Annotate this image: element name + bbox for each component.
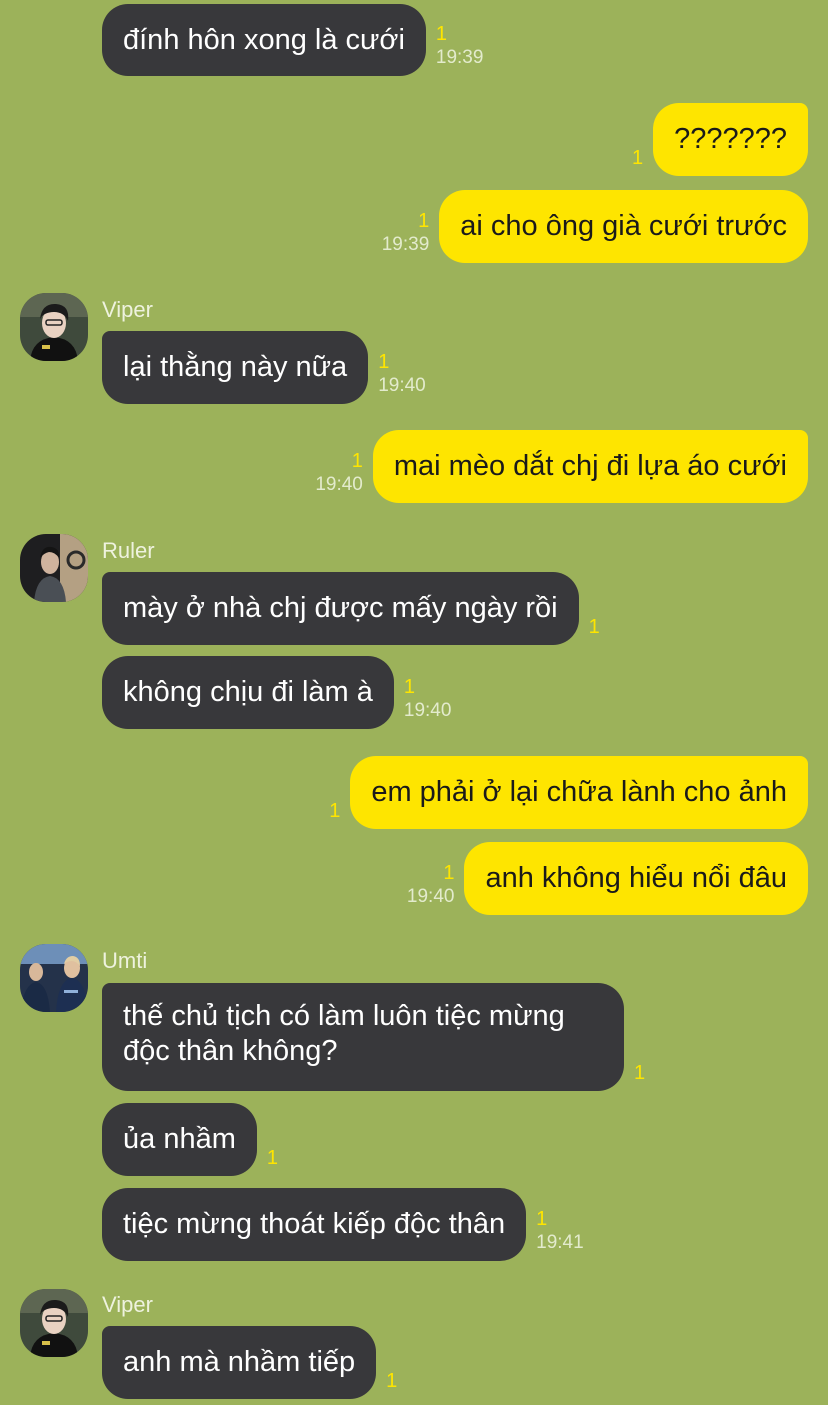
viper-avatar-icon[interactable]	[20, 293, 88, 361]
message-row-incoming: ủa nhầm 1	[102, 1103, 288, 1176]
message-meta: 1 19:39	[382, 209, 430, 257]
message-bubble[interactable]: tiệc mừng thoát kiếp độc thân	[102, 1188, 527, 1261]
message-bubble[interactable]: ???????	[653, 103, 808, 176]
message-meta: 1 19:40	[378, 350, 426, 398]
message-time: 19:40	[315, 474, 363, 495]
message-bubble[interactable]: đính hôn xong là cưới	[102, 4, 426, 76]
message-bubble[interactable]: mai mèo dắt chj đi lựa áo cưới	[372, 430, 808, 503]
message-bubble[interactable]: lại thằng này nữa	[102, 331, 369, 404]
message-meta: 1	[634, 1061, 645, 1085]
message-time: 19:41	[536, 1232, 584, 1253]
message-time: 19:40	[378, 375, 426, 396]
message-row-incoming: anh mà nhầm tiếp 1	[102, 1326, 407, 1399]
unread-count: 1	[351, 450, 363, 472]
unread-count: 1	[403, 676, 415, 698]
unread-count: 1	[443, 862, 455, 884]
message-meta: 1	[267, 1146, 278, 1170]
message-time: 19:40	[403, 700, 452, 721]
message-meta: 1	[632, 146, 643, 170]
message-row-incoming: không chịu đi làm à 1 19:40	[102, 656, 461, 729]
message-meta: 1 19:40	[404, 675, 452, 723]
umti-avatar-icon[interactable]	[20, 944, 88, 1012]
message-row-incoming: đính hôn xong là cưới 1 19:39	[102, 4, 493, 76]
sender-name: Viper	[102, 297, 153, 322]
message-meta: 1	[329, 799, 340, 823]
unread-count: 1	[631, 147, 644, 169]
message-time: 19:39	[381, 234, 430, 255]
sender-name: Ruler	[102, 538, 155, 563]
message-meta: 1	[386, 1369, 397, 1393]
message-row-outgoing: mai mèo dắt chj đi lựa áo cưới 1 19:40	[305, 430, 808, 503]
unread-count: 1	[435, 23, 448, 45]
unread-count: 1	[378, 351, 390, 373]
ruler-avatar-icon[interactable]	[20, 534, 88, 602]
message-bubble[interactable]: thế chủ tịch có làm luôn tiệc mừng độc t…	[102, 983, 624, 1091]
message-row-outgoing: em phải ở lại chữa lành cho ảnh 1	[319, 756, 808, 829]
message-meta: 1 19:39	[436, 22, 484, 70]
message-row-outgoing: ??????? 1	[622, 103, 808, 176]
unread-count: 1	[588, 616, 600, 638]
unread-count: 1	[386, 1370, 398, 1392]
message-row-incoming: mày ở nhà chj được mấy ngày rồi 1	[102, 572, 610, 645]
message-row-incoming: lại thằng này nữa 1 19:40	[102, 331, 436, 404]
message-row-incoming: thế chủ tịch có làm luôn tiệc mừng độc t…	[102, 983, 655, 1091]
message-meta: 1 19:40	[407, 861, 455, 909]
viper-avatar-icon[interactable]	[20, 1289, 88, 1357]
message-bubble[interactable]: không chịu đi làm à	[102, 656, 394, 729]
message-bubble[interactable]: anh không hiểu nổi đâu	[464, 842, 808, 915]
message-row-incoming: tiệc mừng thoát kiếp độc thân 1 19:41	[102, 1188, 594, 1261]
sender-name: Viper	[102, 1292, 153, 1317]
message-row-outgoing: anh không hiểu nổi đâu 1 19:40	[397, 842, 808, 915]
message-row-outgoing: ai cho ông già cưới trước 1 19:39	[372, 190, 808, 263]
message-meta: 1 19:40	[315, 449, 363, 497]
message-time: 19:40	[406, 886, 455, 907]
message-bubble[interactable]: em phải ở lại chữa lành cho ảnh	[350, 756, 808, 829]
message-time: 19:39	[435, 47, 484, 68]
message-bubble[interactable]: mày ở nhà chj được mấy ngày rồi	[102, 572, 579, 645]
message-meta: 1	[589, 615, 600, 639]
unread-count: 1	[536, 1208, 548, 1230]
message-bubble[interactable]: anh mà nhầm tiếp	[102, 1326, 377, 1399]
message-bubble[interactable]: ủa nhầm	[102, 1103, 257, 1176]
message-bubble[interactable]: ai cho ông già cưới trước	[439, 190, 808, 263]
message-meta: 1 19:41	[536, 1207, 584, 1255]
sender-name: Umti	[102, 948, 148, 973]
unread-count: 1	[418, 210, 430, 232]
unread-count: 1	[634, 1062, 646, 1084]
unread-count: 1	[329, 800, 341, 822]
unread-count: 1	[266, 1147, 278, 1169]
